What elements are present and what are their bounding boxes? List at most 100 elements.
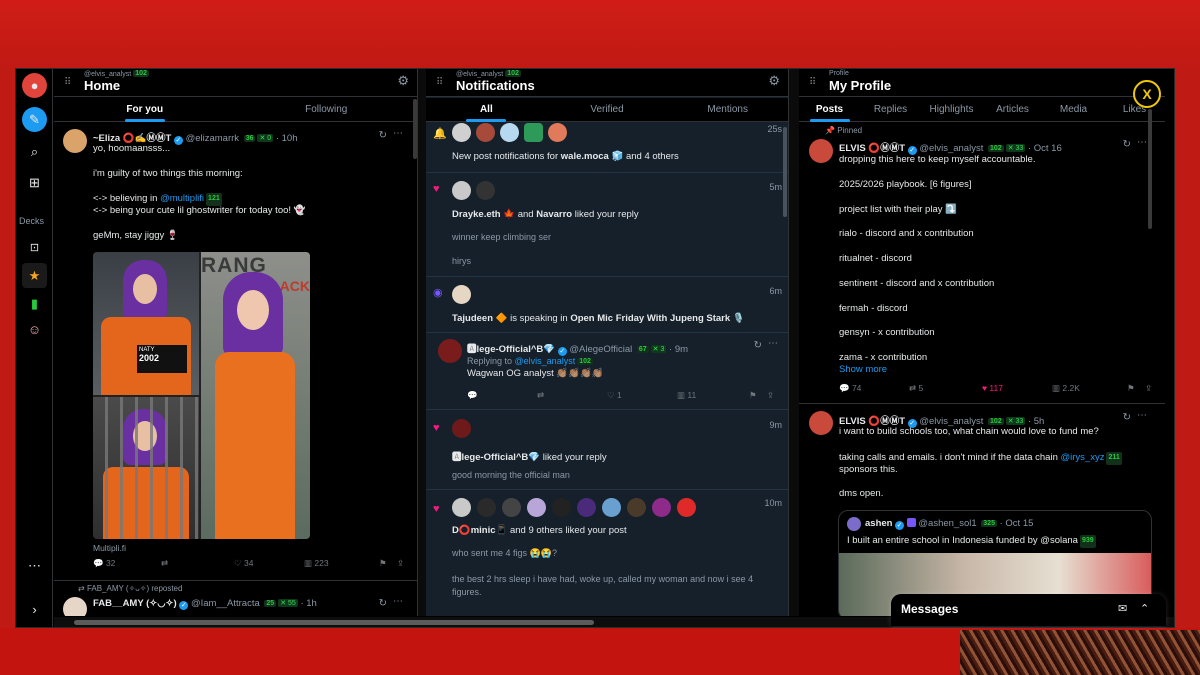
link-source[interactable]: Multipli.fi: [93, 542, 126, 555]
show-more-link[interactable]: Show more: [839, 364, 887, 377]
avatar[interactable]: [602, 498, 621, 517]
reply-button[interactable]: 💬 74: [839, 383, 909, 394]
repost-button[interactable]: ⇄ 5: [909, 383, 982, 394]
bookmark-icon[interactable]: ⚑: [1127, 383, 1145, 394]
add-column-icon[interactable]: ⊞: [22, 170, 47, 195]
tweet-line: taking calls and emails. i don't mind if…: [839, 452, 1122, 465]
tweet-actions: 💬 ⇄ ♡ 1 ▥ 11 ⚑ ⇪: [467, 390, 782, 401]
scrollbar[interactable]: [1148, 109, 1152, 229]
like-button[interactable]: ♡ 34: [234, 558, 304, 569]
compose-post-icon[interactable]: ✎: [22, 107, 47, 132]
avatar[interactable]: [524, 123, 543, 142]
avatar[interactable]: [809, 139, 833, 163]
drag-handle-icon[interactable]: ⠿: [436, 77, 443, 88]
avatar[interactable]: [63, 597, 87, 616]
drag-handle-icon[interactable]: ⠿: [64, 77, 71, 88]
avatar[interactable]: [452, 419, 471, 438]
tab-following[interactable]: Following: [236, 98, 418, 121]
expand-rail-icon[interactable]: ›: [22, 597, 47, 622]
tweet-line: <-> being your cute lil ghostwriter for …: [93, 205, 306, 216]
tab-verified[interactable]: Verified: [547, 98, 668, 121]
notification-tabs: All Verified Mentions: [426, 98, 788, 122]
bookmark-icon[interactable]: ⚑: [379, 558, 397, 569]
more-icon[interactable]: ⋯: [1137, 137, 1147, 148]
tab-replies[interactable]: Replies: [860, 98, 921, 121]
gear-icon[interactable]: ⚙: [397, 73, 409, 89]
tab-all[interactable]: All: [426, 98, 547, 122]
avatar[interactable]: [677, 498, 696, 517]
avatar[interactable]: [809, 411, 833, 435]
reply-button[interactable]: 💬: [467, 390, 537, 401]
repost-status-icon[interactable]: ↻: [1123, 412, 1131, 423]
scrollbar[interactable]: [783, 127, 787, 217]
tab-highlights[interactable]: Highlights: [921, 98, 982, 121]
tweet-image-grid[interactable]: NATY 2002 RANG BLACK: [93, 252, 310, 539]
bookmark-icon[interactable]: ⚑: [749, 390, 767, 401]
divider: [54, 580, 417, 581]
new-message-icon[interactable]: ✉: [1118, 602, 1127, 615]
more-icon[interactable]: ⋯: [393, 128, 403, 139]
profile-avatar-icon[interactable]: ●: [22, 73, 47, 98]
home-column-header: ⠿ @elvis_analyst 102 Home ⚙: [54, 69, 417, 97]
views-count[interactable]: ▥ 2.2K: [1052, 383, 1127, 394]
tab-media[interactable]: Media: [1043, 98, 1104, 121]
repost-status-icon[interactable]: ↻: [1123, 139, 1131, 150]
more-icon[interactable]: ⋯: [1137, 410, 1147, 421]
avatar[interactable]: [63, 129, 87, 153]
tweetdeck-window: ● ✎ ⌕ ⊞ Decks ⊡ ★ ▮ ☺ ⋯ › ⠿ @elvis_analy…: [15, 68, 1175, 628]
avatar[interactable]: [476, 181, 495, 200]
more-icon[interactable]: ⋯: [393, 596, 403, 607]
avatar[interactable]: [476, 123, 495, 142]
more-options-icon[interactable]: ⋯: [22, 553, 47, 578]
decorative-corner-art: [960, 630, 1200, 675]
deck-home-icon[interactable]: ⊡: [22, 235, 47, 260]
repost-button[interactable]: ⇄: [537, 390, 607, 401]
deck-green-icon[interactable]: ▮: [22, 291, 47, 316]
repost-button[interactable]: ⇄: [161, 558, 234, 569]
tab-posts[interactable]: Posts: [799, 98, 860, 122]
scrollbar[interactable]: [413, 99, 417, 159]
avatar[interactable]: [577, 498, 596, 517]
avatar[interactable]: [452, 498, 471, 517]
avatar[interactable]: [477, 498, 496, 517]
messages-drawer[interactable]: Messages ✉ ⌃: [891, 594, 1166, 626]
avatar[interactable]: [452, 123, 471, 142]
views-count[interactable]: ▥ 11: [677, 390, 749, 401]
avatar[interactable]: [438, 339, 462, 363]
tab-articles[interactable]: Articles: [982, 98, 1043, 121]
chevron-up-icon[interactable]: ⌃: [1140, 602, 1149, 615]
tweet-line: i'm guilty of two things this morning:: [93, 168, 243, 179]
share-icon[interactable]: ⇪: [767, 390, 774, 401]
tab-for-you[interactable]: For you: [54, 98, 236, 122]
column-title: Home: [84, 78, 121, 93]
share-icon[interactable]: ⇪: [1145, 383, 1152, 394]
avatar[interactable]: [548, 123, 567, 142]
gear-icon[interactable]: ⚙: [768, 73, 780, 89]
reply-button[interactable]: 💬 32: [93, 558, 161, 569]
repost-status-icon[interactable]: ↻: [379, 130, 387, 141]
scrollbar-thumb[interactable]: [74, 620, 594, 625]
views-count[interactable]: ▥ 223: [304, 558, 379, 569]
deck-clown-icon[interactable]: ☺: [22, 317, 47, 342]
avatar[interactable]: [500, 123, 519, 142]
tab-mentions[interactable]: Mentions: [667, 98, 788, 121]
share-icon[interactable]: ⇪: [397, 558, 404, 569]
avatar[interactable]: [452, 181, 471, 200]
avatar[interactable]: [527, 498, 546, 517]
like-button[interactable]: ♡ 1: [607, 390, 677, 401]
search-icon[interactable]: ⌕: [22, 139, 47, 164]
deck-star-icon[interactable]: ★: [22, 263, 47, 288]
avatar[interactable]: [652, 498, 671, 517]
more-icon[interactable]: ⋯: [768, 338, 778, 349]
like-button[interactable]: ♥ 117: [982, 383, 1052, 394]
repost-status-icon[interactable]: ↻: [754, 340, 762, 351]
column-subtitle: @elvis_analyst 102: [84, 70, 149, 78]
avatar[interactable]: [552, 498, 571, 517]
drag-handle-icon[interactable]: ⠿: [809, 77, 816, 88]
tweet[interactable]: ~Eliza ⭕✍️ⓂⓂT ✓ @elizamarrk 36 ✕ 0 · 10h …: [54, 126, 417, 581]
tweet[interactable]: FAB__AMY (✧◡✧) ✓ @Iam__Attracta 25 ✕ 55 ·…: [54, 594, 417, 616]
avatar[interactable]: [502, 498, 521, 517]
avatar[interactable]: [452, 285, 471, 304]
avatar[interactable]: [627, 498, 646, 517]
repost-status-icon[interactable]: ↻: [379, 598, 387, 609]
